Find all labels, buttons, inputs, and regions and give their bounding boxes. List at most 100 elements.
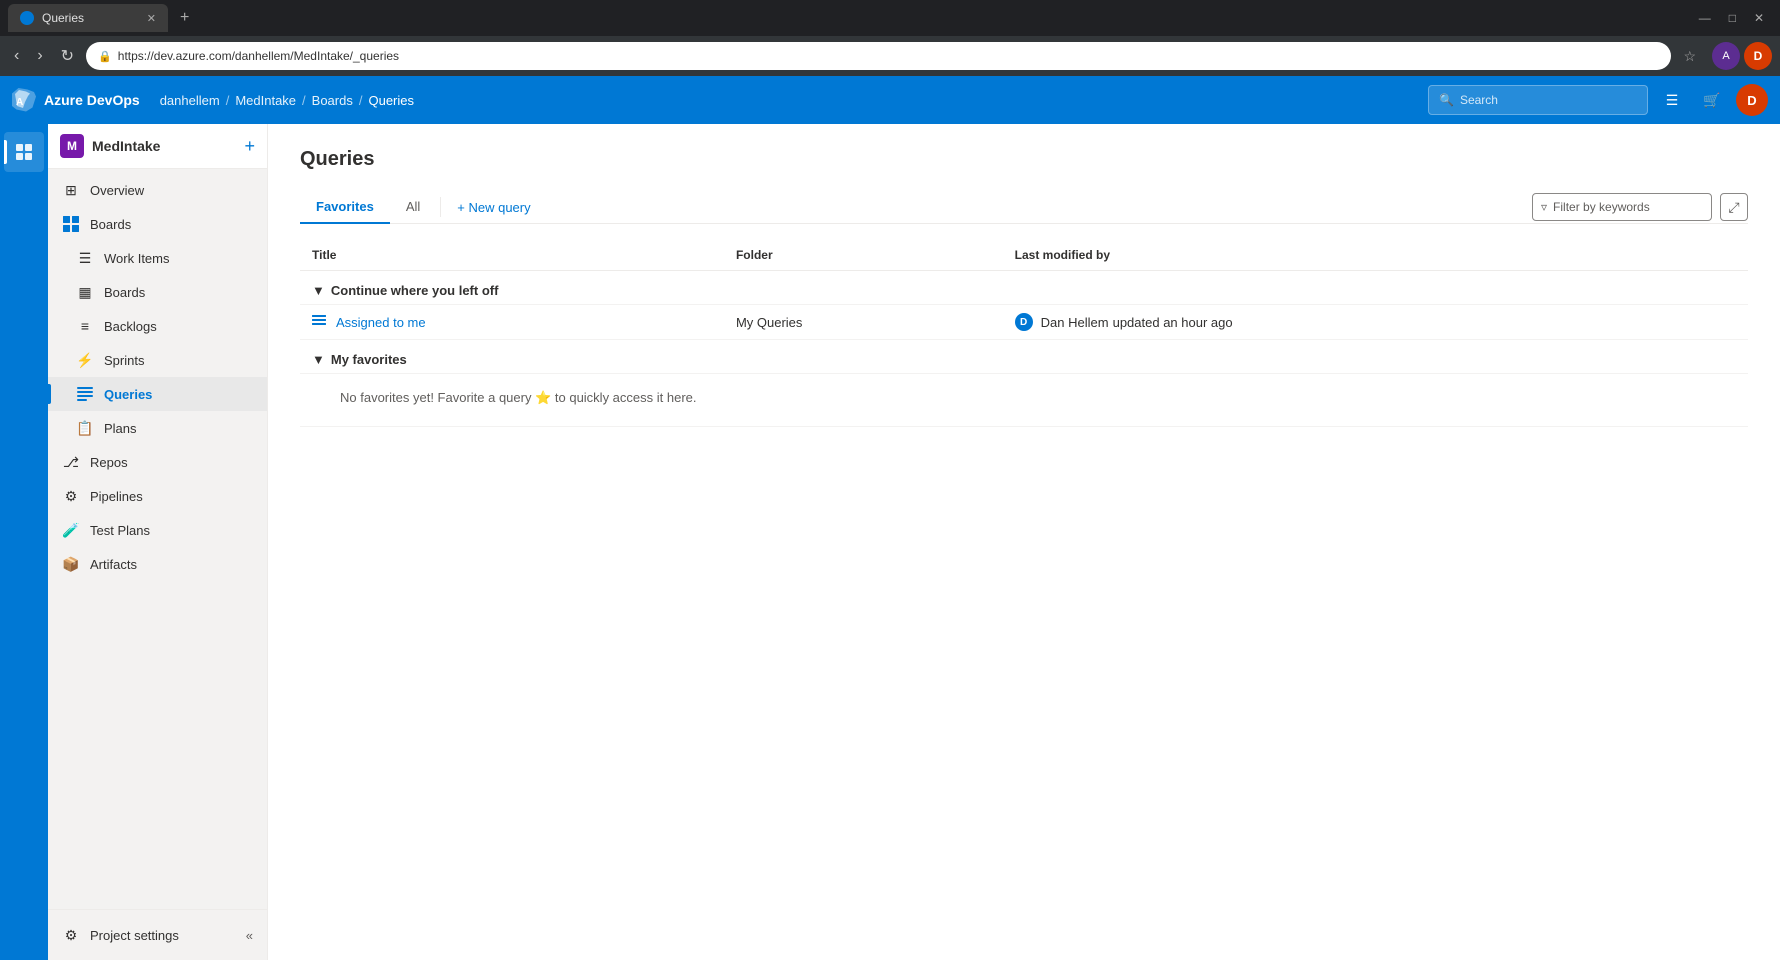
maximize-button[interactable]: □ bbox=[1721, 7, 1744, 29]
sidebar-item-backlogs[interactable]: ≡ Backlogs bbox=[48, 309, 267, 343]
work-items-icon: ☰ bbox=[76, 249, 94, 267]
new-tab-button[interactable]: + bbox=[172, 5, 197, 31]
browser-tab[interactable]: Queries ✕ bbox=[8, 4, 168, 32]
list-view-button[interactable]: ☰ bbox=[1656, 84, 1688, 116]
tab-close-button[interactable]: ✕ bbox=[147, 12, 156, 25]
filter-keywords-input[interactable]: ▿ Filter by keywords bbox=[1532, 193, 1712, 221]
forward-button[interactable]: › bbox=[31, 43, 48, 69]
boards-activity-icon bbox=[15, 143, 33, 161]
query-assigned-to-me[interactable]: Assigned to me bbox=[312, 314, 712, 330]
browser-chrome: Queries ✕ + — □ ✕ bbox=[0, 0, 1780, 36]
plans-icon: 📋 bbox=[76, 419, 94, 437]
breadcrumb-boards[interactable]: Boards bbox=[312, 93, 353, 108]
breadcrumb-sep-1: / bbox=[226, 93, 230, 108]
tab-separator bbox=[440, 197, 441, 217]
queries-icon bbox=[76, 385, 94, 403]
project-name[interactable]: M MedIntake bbox=[60, 134, 160, 158]
activity-bar bbox=[0, 124, 48, 960]
boards-header-icon bbox=[62, 215, 80, 233]
sidebar-item-test-plans[interactable]: 🧪 Test Plans bbox=[48, 513, 267, 547]
col-folder: Folder bbox=[724, 240, 1003, 271]
section-continue-toggle[interactable]: ▼ Continue where you left off bbox=[312, 283, 498, 298]
sidebar-item-work-items[interactable]: ☰ Work Items bbox=[48, 241, 267, 275]
sidebar-item-backlogs-label: Backlogs bbox=[104, 319, 157, 334]
modifier-name: Dan Hellem bbox=[1041, 315, 1109, 330]
overview-icon: ⊞ bbox=[62, 181, 80, 199]
close-window-button[interactable]: ✕ bbox=[1746, 7, 1772, 29]
search-placeholder: Search bbox=[1460, 93, 1498, 107]
top-nav-right: 🔍 Search ☰ 🛒 D bbox=[1428, 84, 1768, 116]
breadcrumb-medintake[interactable]: MedIntake bbox=[235, 93, 296, 108]
user-avatar[interactable]: D bbox=[1736, 84, 1768, 116]
sidebar-item-repos-label: Repos bbox=[90, 455, 128, 470]
search-icon: 🔍 bbox=[1439, 93, 1454, 107]
sidebar-item-artifacts[interactable]: 📦 Artifacts bbox=[48, 547, 267, 581]
add-project-button[interactable]: + bbox=[244, 137, 255, 155]
modifier-avatar: D bbox=[1015, 313, 1033, 331]
sidebar-item-artifacts-label: Artifacts bbox=[90, 557, 137, 572]
browser-extension-icons: A D bbox=[1712, 42, 1772, 70]
main-body: M MedIntake + ⊞ Overview bbox=[0, 124, 1780, 960]
pipelines-icon: ⚙ bbox=[62, 487, 80, 505]
svg-text:A: A bbox=[16, 97, 23, 108]
breadcrumb-sep-2: / bbox=[302, 93, 306, 108]
extension-icon-1[interactable]: A bbox=[1712, 42, 1740, 70]
activity-boards[interactable] bbox=[4, 132, 44, 172]
back-button[interactable]: ‹ bbox=[8, 43, 25, 69]
sidebar-bottom: ⚙ Project settings « bbox=[48, 909, 267, 960]
url-text: https://dev.azure.com/danhellem/MedIntak… bbox=[118, 49, 399, 63]
expand-button[interactable]: ⤢ bbox=[1720, 193, 1748, 221]
query-list-icon bbox=[312, 314, 326, 330]
section-continue: ▼ Continue where you left off bbox=[300, 271, 1748, 305]
sidebar-item-work-items-label: Work Items bbox=[104, 251, 170, 266]
tab-all[interactable]: All bbox=[390, 191, 436, 224]
sidebar-item-boards[interactable]: ▦ Boards bbox=[48, 275, 267, 309]
breadcrumb-danhellem[interactable]: danhellem bbox=[160, 93, 220, 108]
refresh-button[interactable]: ↻ bbox=[55, 42, 80, 70]
basket-button[interactable]: 🛒 bbox=[1696, 84, 1728, 116]
new-query-button[interactable]: + New query bbox=[445, 194, 542, 221]
test-plans-icon: 🧪 bbox=[62, 521, 80, 539]
search-box[interactable]: 🔍 Search bbox=[1428, 85, 1648, 115]
queries-table: Title Folder Last modified by ▼ Continue… bbox=[300, 240, 1748, 427]
no-favorites-row: No favorites yet! Favorite a query ⭐ to … bbox=[300, 374, 1748, 427]
filter-icon: ▿ bbox=[1541, 200, 1547, 214]
sidebar-item-plans[interactable]: 📋 Plans bbox=[48, 411, 267, 445]
sidebar-collapse-icon[interactable]: « bbox=[246, 928, 253, 943]
browser-window-controls: — □ ✕ bbox=[1691, 7, 1772, 29]
section-my-favorites-toggle[interactable]: ▼ My favorites bbox=[312, 352, 407, 367]
browser-toolbar: ‹ › ↻ 🔒 https://dev.azure.com/danhellem/… bbox=[0, 36, 1780, 76]
sidebar-project-header: M MedIntake + bbox=[48, 124, 267, 169]
table-header: Title Folder Last modified by bbox=[300, 240, 1748, 271]
sidebar-item-boards-top[interactable]: Boards bbox=[48, 207, 267, 241]
sidebar-item-sprints[interactable]: ⚡ Sprints bbox=[48, 343, 267, 377]
address-bar[interactable]: 🔒 https://dev.azure.com/danhellem/MedInt… bbox=[86, 42, 1671, 70]
query-title-cell: Assigned to me bbox=[300, 305, 724, 340]
minimize-button[interactable]: — bbox=[1691, 7, 1719, 29]
sidebar-item-overview[interactable]: ⊞ Overview bbox=[48, 173, 267, 207]
browser-user-avatar[interactable]: D bbox=[1744, 42, 1772, 70]
queries-list-icon bbox=[77, 387, 93, 401]
tab-favorites[interactable]: Favorites bbox=[300, 191, 390, 224]
sidebar-item-queries[interactable]: Queries bbox=[48, 377, 267, 411]
sidebar-project-settings[interactable]: ⚙ Project settings « bbox=[48, 918, 267, 952]
sidebar-item-pipelines[interactable]: ⚙ Pipelines bbox=[48, 479, 267, 513]
sidebar-item-test-plans-label: Test Plans bbox=[90, 523, 150, 538]
artifacts-icon: 📦 bbox=[62, 555, 80, 573]
sidebar-item-pipelines-label: Pipelines bbox=[90, 489, 143, 504]
sidebar-item-boards-top-label: Boards bbox=[90, 217, 131, 232]
azure-logo-icon: A bbox=[12, 88, 36, 112]
azure-devops-logo[interactable]: A Azure DevOps bbox=[12, 88, 140, 112]
sidebar-item-repos[interactable]: ⎇ Repos bbox=[48, 445, 267, 479]
table-body: ▼ Continue where you left off bbox=[300, 271, 1748, 427]
repos-icon: ⎇ bbox=[62, 453, 80, 471]
sidebar-project-settings-label: Project settings bbox=[90, 928, 179, 943]
section-my-favorites: ▼ My favorites bbox=[300, 340, 1748, 374]
bookmark-button[interactable]: ☆ bbox=[1677, 44, 1702, 69]
sidebar-item-overview-label: Overview bbox=[90, 183, 144, 198]
app-container: A Azure DevOps danhellem / MedIntake / B… bbox=[0, 76, 1780, 960]
page-title: Queries bbox=[300, 148, 1748, 171]
breadcrumb-sep-3: / bbox=[359, 93, 363, 108]
tabs-bar: Favorites All + New query ▿ Filter by ke… bbox=[300, 191, 1748, 224]
col-modified: Last modified by bbox=[1003, 240, 1748, 271]
